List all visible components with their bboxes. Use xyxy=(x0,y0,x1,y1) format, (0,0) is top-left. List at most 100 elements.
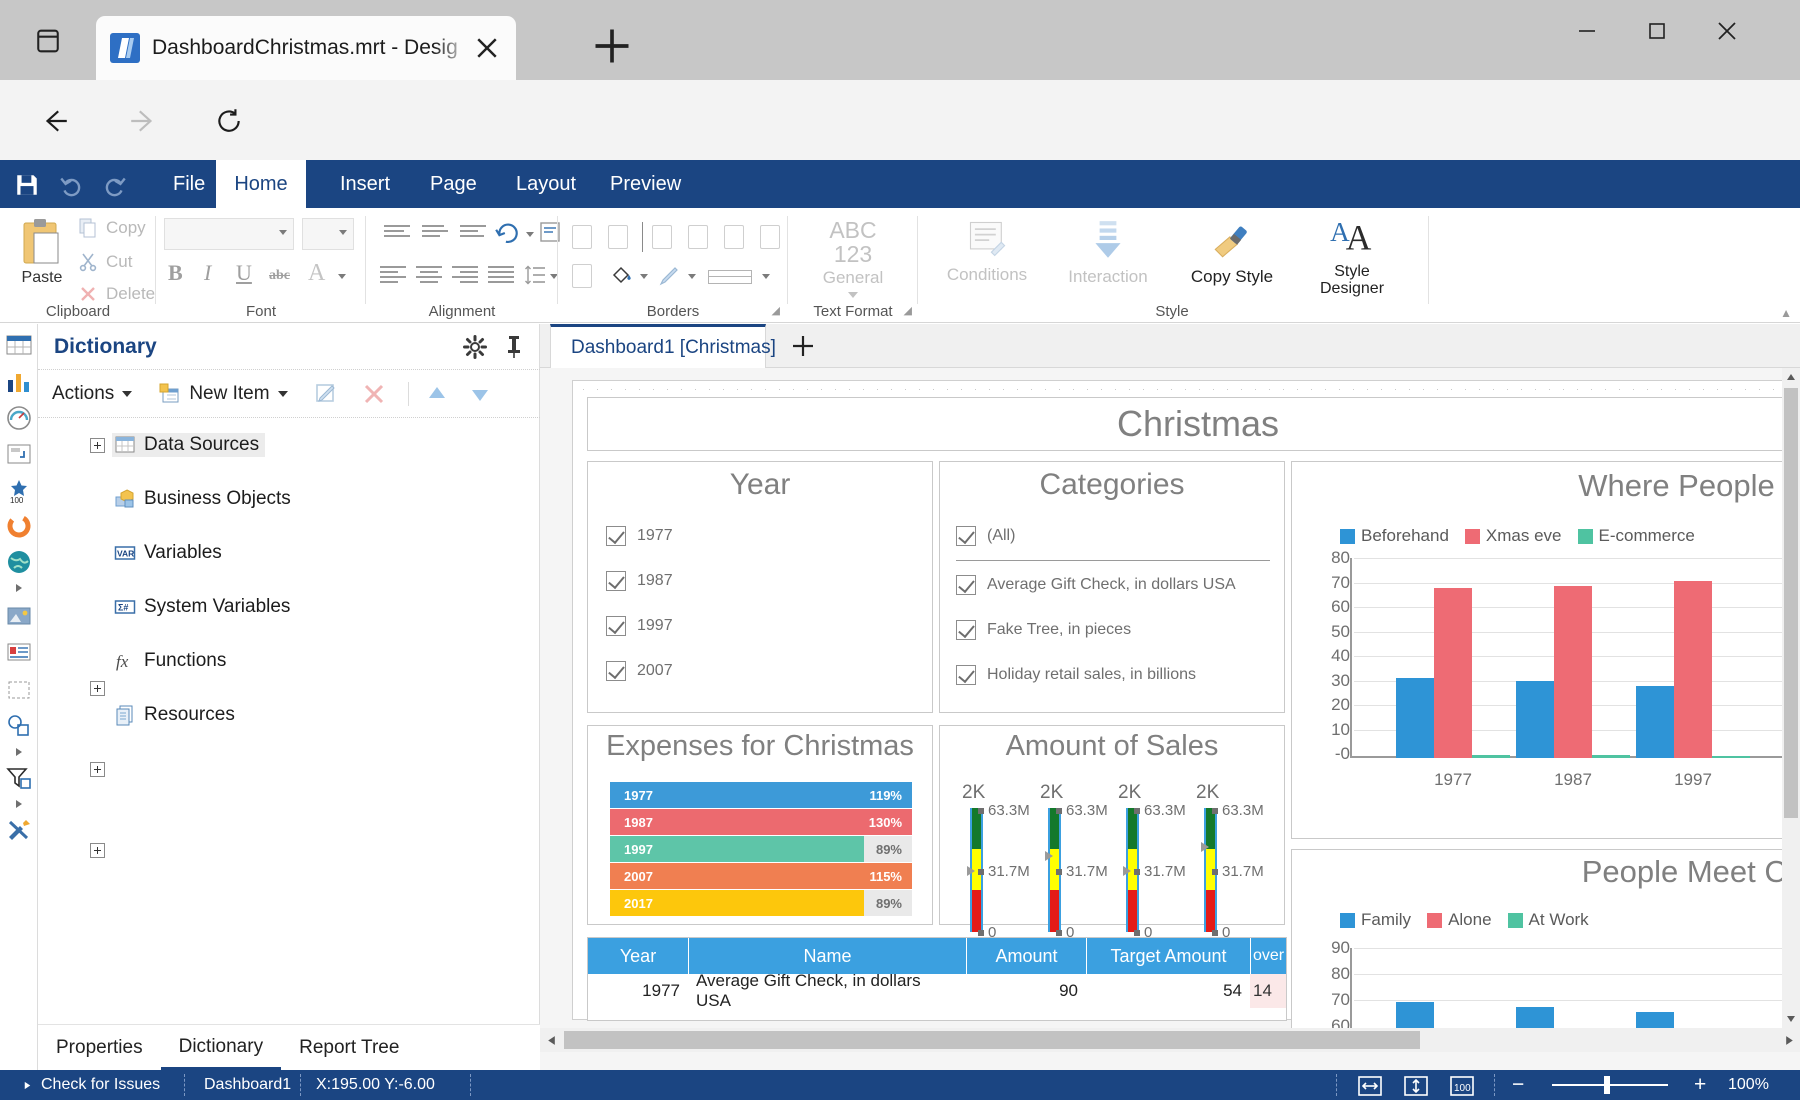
bold-button[interactable]: B xyxy=(168,260,183,286)
align-top-button[interactable] xyxy=(384,225,410,237)
bar-group2-family[interactable] xyxy=(1516,1007,1554,1028)
widget-year-filter[interactable]: Year 1977 1987 1997 xyxy=(587,461,933,713)
italic-button[interactable]: I xyxy=(204,260,211,286)
actions-menu-button[interactable]: Actions xyxy=(52,383,132,405)
close-window-icon[interactable] xyxy=(1692,0,1762,62)
year-checkbox-1997[interactable]: 1997 xyxy=(606,616,673,636)
align-center-button[interactable] xyxy=(416,266,442,283)
bar-1997-ecommerce[interactable] xyxy=(1712,756,1750,758)
more-arrow-1[interactable] xyxy=(14,580,24,590)
category-checkbox-avg-gift[interactable]: Average Gift Check, in dollars USA xyxy=(956,575,1274,595)
widget-categories-filter[interactable]: Categories (All) Average Gift Check, in … xyxy=(939,461,1285,713)
tree-item-business-objects[interactable]: Business Objects xyxy=(38,486,540,512)
border-none-button[interactable] xyxy=(608,225,628,249)
strikethrough-button[interactable]: abc xyxy=(269,268,290,284)
text-format-dialog-launcher[interactable]: ◢ xyxy=(904,304,912,317)
chevron-down-icon[interactable] xyxy=(762,274,770,282)
bar-1987-beforehand[interactable] xyxy=(1516,681,1554,759)
bar-1977-ecommerce[interactable] xyxy=(1472,755,1510,758)
ribbon-tab-layout[interactable]: Layout xyxy=(498,160,594,208)
check-for-issues-button[interactable]: Check for Issues xyxy=(22,1070,160,1100)
widget-dashboard-title[interactable]: Christmas xyxy=(587,397,1800,451)
chevron-down-icon[interactable] xyxy=(848,292,858,298)
undo-icon[interactable] xyxy=(56,172,86,198)
more-arrow-2[interactable] xyxy=(14,744,24,754)
browser-tab[interactable]: DashboardChristmas.mrt - Desig xyxy=(96,16,516,80)
legend-item-beforehand[interactable]: Beforehand xyxy=(1340,526,1449,546)
move-up-icon[interactable] xyxy=(425,382,449,406)
minimize-icon[interactable] xyxy=(1552,0,1622,62)
legend-item-xmas-eve[interactable]: Xmas eve xyxy=(1465,526,1562,546)
year-checkbox-2007[interactable]: 2007 xyxy=(606,661,673,681)
table-row[interactable]: 1977 Average Gift Check, in dollars USA … xyxy=(588,974,1286,1008)
chevron-down-icon[interactable] xyxy=(688,274,696,282)
paste-button[interactable]: Paste xyxy=(16,216,68,287)
zoom-out-button[interactable]: − xyxy=(1512,1070,1524,1100)
table-header-name[interactable]: Name xyxy=(688,938,966,974)
chart-icon[interactable] xyxy=(5,368,33,396)
actual-size-icon[interactable]: 100 xyxy=(1450,1075,1472,1095)
indicator-icon[interactable] xyxy=(5,440,33,468)
border-box-button[interactable] xyxy=(572,264,592,288)
zoom-slider[interactable] xyxy=(1552,1084,1668,1086)
move-down-icon[interactable] xyxy=(468,382,492,406)
tab-report-tree[interactable]: Report Tree xyxy=(281,1026,417,1070)
canvas-horizontal-scrollbar[interactable] xyxy=(540,1028,1800,1052)
bar-1977-beforehand[interactable] xyxy=(1396,678,1434,758)
image-icon[interactable] xyxy=(5,602,33,630)
chevron-down-icon[interactable] xyxy=(526,232,534,240)
expenses-row-1977[interactable]: 1977 119% xyxy=(610,782,912,808)
fit-width-icon[interactable] xyxy=(1358,1075,1380,1095)
border-right-button[interactable] xyxy=(724,225,744,249)
table-header-over[interactable]: over xyxy=(1250,938,1286,974)
scroll-right-icon[interactable] xyxy=(1778,1028,1800,1052)
line-spacing-button[interactable] xyxy=(524,264,546,291)
bar-1997-beforehand[interactable] xyxy=(1636,686,1674,759)
gear-icon[interactable] xyxy=(462,334,488,360)
expand-icon[interactable] xyxy=(90,681,105,696)
table-icon[interactable] xyxy=(5,332,33,360)
bar-1987-xmas-eve[interactable] xyxy=(1554,586,1592,759)
underline-button[interactable]: U xyxy=(236,260,252,286)
gauge-icon[interactable] xyxy=(5,404,33,432)
page-tab-dashboard1[interactable]: Dashboard1 [Christmas] xyxy=(550,324,766,368)
expenses-row-2017[interactable]: 2017 89% xyxy=(610,890,912,916)
scrollbar-thumb[interactable] xyxy=(564,1031,1420,1049)
zoom-in-button[interactable]: + xyxy=(1694,1070,1706,1100)
cut-button[interactable]: Cut xyxy=(78,252,132,272)
ribbon-collapse-icon[interactable]: ▲ xyxy=(1780,306,1792,320)
ribbon-tab-preview[interactable]: Preview xyxy=(592,160,699,208)
expenses-row-2007[interactable]: 2007 115% xyxy=(610,863,912,889)
tab-properties[interactable]: Properties xyxy=(38,1026,161,1070)
align-right-button[interactable] xyxy=(452,266,478,283)
align-middle-button[interactable] xyxy=(422,225,448,237)
category-checkbox-holiday-retail[interactable]: Holiday retail sales, in billions xyxy=(956,665,1274,685)
delete-icon[interactable] xyxy=(361,381,387,407)
text-format-button[interactable]: ABC 123 General xyxy=(788,218,918,298)
chevron-down-icon[interactable] xyxy=(640,274,648,282)
fit-page-icon[interactable] xyxy=(1404,1075,1426,1095)
canvas-scroll-area[interactable]: Christmas Year 1977 1987 xyxy=(540,368,1800,1028)
scrollbar-thumb[interactable] xyxy=(1784,388,1798,818)
ribbon-tab-insert[interactable]: Insert xyxy=(322,160,408,208)
tree-item-data-sources[interactable]: Data Sources xyxy=(38,432,540,458)
legend-item-alone[interactable]: Alone xyxy=(1427,910,1491,930)
expand-icon[interactable] xyxy=(90,762,105,777)
new-tab-icon[interactable] xyxy=(590,24,634,68)
edit-icon[interactable] xyxy=(314,381,340,407)
border-top-button[interactable] xyxy=(688,225,708,249)
border-all-button[interactable] xyxy=(572,225,592,249)
gauge-4[interactable]: 2K 63.3M 31.7M 0 xyxy=(1196,782,1284,804)
bar-1987-ecommerce[interactable] xyxy=(1592,755,1630,758)
conditions-button[interactable]: Conditions xyxy=(932,218,1042,285)
bar-1977-xmas-eve[interactable] xyxy=(1434,588,1472,758)
ribbon-tab-page[interactable]: Page xyxy=(412,160,495,208)
pin-icon[interactable] xyxy=(504,334,524,360)
bar-1997-xmas-eve[interactable] xyxy=(1674,581,1712,759)
tree-item-functions[interactable]: fx Functions xyxy=(38,648,540,674)
gauge-2[interactable]: 2K 63.3M 31.7M 0 xyxy=(1040,782,1128,804)
sparkline-icon[interactable]: 100 xyxy=(5,476,33,504)
bar-group1-family[interactable] xyxy=(1396,1002,1434,1028)
widget-amount-of-sales[interactable]: Amount of Sales 2K 63.3M 31.7M 0 xyxy=(939,725,1285,925)
table-header-amount[interactable]: Amount xyxy=(966,938,1086,974)
